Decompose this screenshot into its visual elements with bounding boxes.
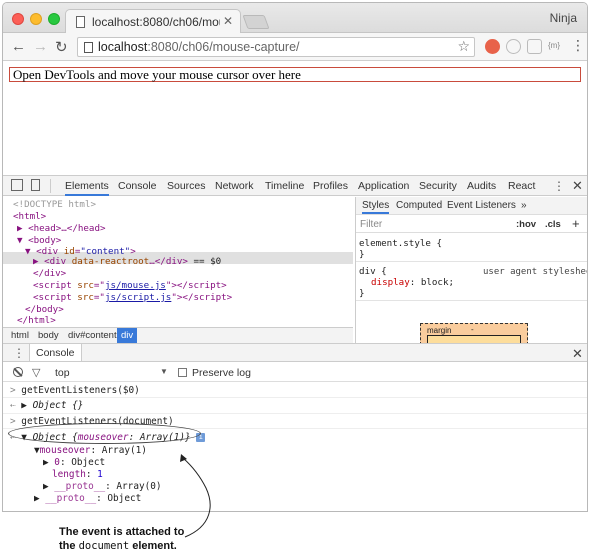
callout-caption: The event is attached to the document el… xyxy=(59,526,185,552)
callout-arrow xyxy=(180,454,211,538)
